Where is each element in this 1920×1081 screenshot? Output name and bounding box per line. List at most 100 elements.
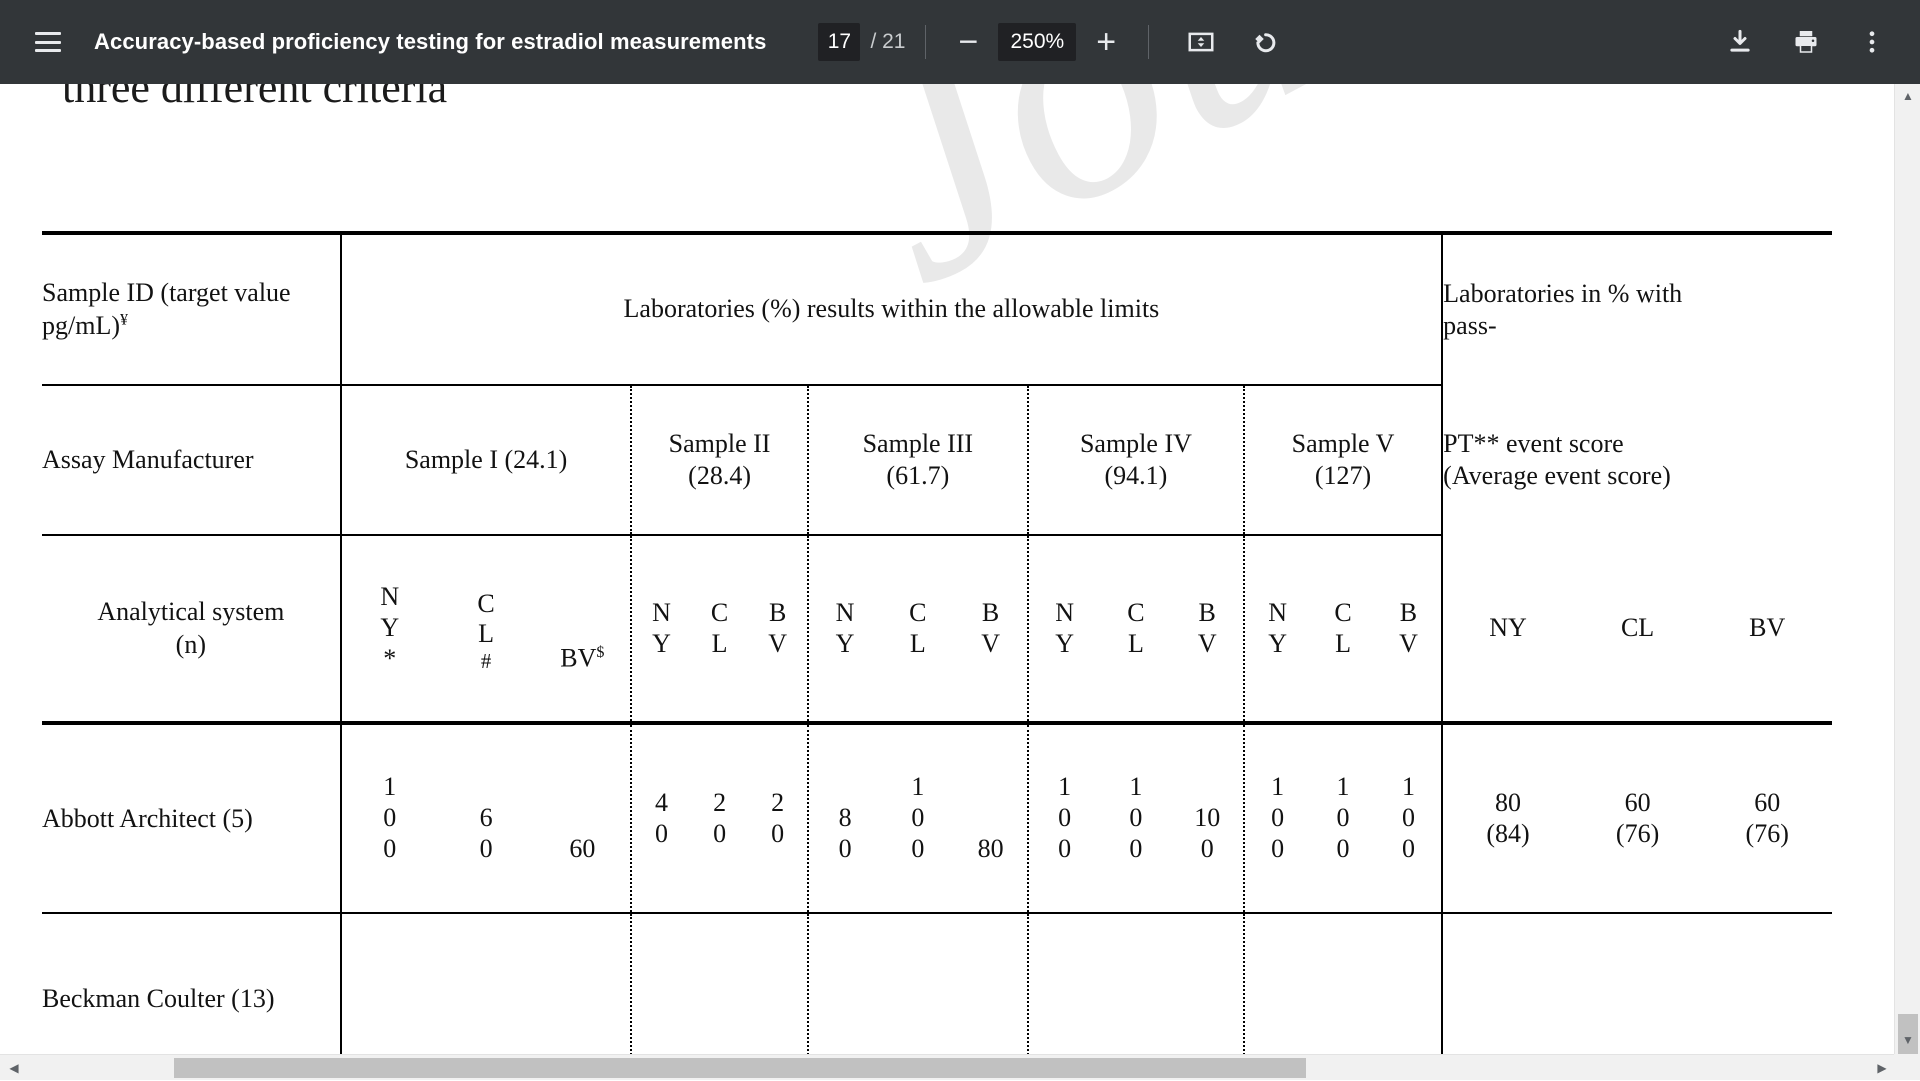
value-cl: 1 0 0	[881, 772, 954, 864]
criteria-label-bv: B V	[1172, 598, 1243, 659]
scroll-down-arrow[interactable]: ▼	[1895, 1028, 1920, 1052]
print-icon[interactable]	[1780, 16, 1832, 68]
cell-sample-5	[1244, 913, 1442, 1059]
cell-sample-1: 1 0 0 6 0 60	[341, 723, 632, 913]
criteria-label-ny: N Y	[1245, 598, 1310, 659]
header-pass-rate-cell: Laboratories in % with pass-	[1442, 233, 1832, 385]
page-navigation: / 21	[818, 23, 905, 61]
cell-sample-2: 4 0 2 0 2 0	[631, 723, 807, 913]
criteria-label-bv: B V	[749, 598, 807, 659]
cell-sample-4	[1028, 913, 1244, 1059]
value-ny: 1 0 0	[1245, 772, 1310, 864]
table-row: Beckman Coulter (13)	[42, 913, 1832, 1059]
table-header-row-2: Assay Manufacturer Sample I (24.1) Sampl…	[42, 385, 1832, 535]
horizontal-scrollbar[interactable]: ◀ ▶	[0, 1054, 1920, 1080]
header-criteria-sample-3: N Y C L B V	[808, 535, 1028, 723]
pt-score-cl: 60 (76)	[1573, 788, 1703, 849]
criteria-label-ny: N Y	[809, 598, 882, 659]
cell-sample-5: 1 0 0 1 0 0 1 0 0	[1244, 723, 1442, 913]
table-header-row-1: Sample ID (target value pg/mL)¥ Laborato…	[42, 233, 1832, 385]
header-sample-1: Sample I (24.1)	[341, 385, 632, 535]
clipped-caption-line: three different criteria	[62, 84, 447, 113]
pdf-page-surface: Journal Pre-proof three different criter…	[0, 84, 1888, 1059]
zoom-out-button[interactable]: −	[946, 20, 990, 64]
criteria-label-ny: N Y	[632, 598, 690, 659]
cell-sample-4: 1 0 0 1 0 0 10 0	[1028, 723, 1244, 913]
zoom-level-value[interactable]: 250%	[998, 23, 1076, 61]
page-number-input[interactable]	[818, 23, 860, 61]
fit-to-page-icon[interactable]	[1175, 16, 1227, 68]
pt-score-ny: 80 (84)	[1443, 788, 1573, 849]
pdf-page-viewport[interactable]: Journal Pre-proof three different criter…	[0, 84, 1920, 1080]
criteria-label-bv: BV$	[534, 643, 630, 674]
criteria-label-bv: B V	[1376, 598, 1441, 659]
page-title: Accuracy-based proficiency testing for e…	[94, 29, 766, 55]
scroll-left-arrow[interactable]: ◀	[2, 1055, 26, 1081]
header-sample-5: Sample V (127)	[1244, 385, 1442, 535]
row-label-manufacturer: Beckman Coulter (13)	[42, 913, 341, 1059]
header-pass-line1: Laboratories in % with	[1443, 278, 1832, 311]
header-criteria-sample-4: N Y C L B V	[1028, 535, 1244, 723]
value-bv: 1 0 0	[1376, 772, 1441, 864]
more-options-icon[interactable]	[1846, 16, 1898, 68]
pt-score-bv: 60 (76)	[1702, 788, 1832, 849]
criteria-label-bv: BV	[1702, 613, 1832, 643]
header-analytical-system: Analytical system (n)	[42, 535, 341, 723]
header-criteria-pt: NY CL BV	[1442, 535, 1832, 723]
horizontal-scrollbar-thumb[interactable]	[174, 1058, 1306, 1078]
cell-pt-scores	[1442, 913, 1832, 1059]
criteria-label-ny: N Y *	[342, 582, 438, 674]
value-bv: 10 0	[1172, 772, 1243, 864]
value-ny: 1 0 0	[342, 772, 438, 864]
table-row: Abbott Architect (5) 1 0 0 6 0	[42, 723, 1832, 913]
header-sample-id-line1: Sample ID (target value	[42, 277, 340, 310]
download-icon[interactable]	[1714, 16, 1766, 68]
value-bv: 60	[534, 772, 630, 864]
header-criteria-sample-2: N Y C L B V	[631, 535, 807, 723]
value-cl: 2 0	[691, 788, 749, 849]
dagger-yen-symbol: ¥	[120, 311, 128, 328]
criteria-label-cl: C L	[881, 598, 954, 659]
criteria-label-cl: C L	[1310, 598, 1375, 659]
cell-sample-2	[631, 913, 807, 1059]
value-bv: 2 0	[749, 788, 807, 849]
cell-pt-scores: 80 (84) 60 (76) 60 (76)	[1442, 723, 1832, 913]
rotate-counterclockwise-icon[interactable]	[1239, 16, 1291, 68]
toolbar-actions	[1700, 16, 1920, 68]
value-bv: 80	[954, 772, 1027, 864]
header-pt-event-score: PT** event score (Average event score)	[1442, 385, 1832, 535]
value-cl: 6 0	[438, 803, 534, 864]
scrollbar-corner	[1894, 1054, 1920, 1080]
header-assay-manufacturer: Assay Manufacturer	[42, 385, 341, 535]
page-total-label: / 21	[870, 30, 905, 54]
table-header-row-3: Analytical system (n) N Y *	[42, 535, 1832, 723]
header-sample-id-line2: pg/mL)¥	[42, 310, 340, 343]
criteria-label-ny: NY	[1443, 613, 1573, 643]
toolbar-divider	[1148, 25, 1149, 59]
toolbar-divider	[925, 25, 926, 59]
value-ny: 4 0	[632, 788, 690, 849]
header-laboratories-span: Laboratories (%) results within the allo…	[341, 233, 1443, 385]
header-sample-3: Sample III (61.7)	[808, 385, 1028, 535]
cell-sample-3	[808, 913, 1028, 1059]
header-pass-line2: pass-	[1443, 310, 1832, 343]
hamburger-menu-icon[interactable]	[22, 16, 74, 68]
header-sample-2: Sample II (28.4)	[631, 385, 807, 535]
criteria-label-cl: C L	[691, 598, 749, 659]
header-sample-4: Sample IV (94.1)	[1028, 385, 1244, 535]
zoom-in-button[interactable]: +	[1084, 20, 1128, 64]
header-criteria-sample-1: N Y * C L #	[341, 535, 632, 723]
header-criteria-sample-5: N Y C L B V	[1244, 535, 1442, 723]
value-ny: 8 0	[809, 772, 882, 864]
vertical-scrollbar[interactable]: ▲ ▼	[1894, 84, 1920, 1080]
criteria-label-cl: CL	[1573, 613, 1703, 643]
criteria-label-ny: N Y	[1029, 598, 1100, 659]
value-cl: 1 0 0	[1310, 772, 1375, 864]
scroll-right-arrow[interactable]: ▶	[1870, 1055, 1894, 1081]
criteria-label-cl: C L	[1100, 598, 1171, 659]
criteria-label-cl: C L #	[438, 589, 534, 675]
value-ny: 1 0 0	[1029, 772, 1100, 864]
scroll-up-arrow[interactable]: ▲	[1895, 84, 1920, 108]
criteria-label-bv: B V	[954, 598, 1027, 659]
cell-sample-3: 8 0 1 0 0 80	[808, 723, 1028, 913]
